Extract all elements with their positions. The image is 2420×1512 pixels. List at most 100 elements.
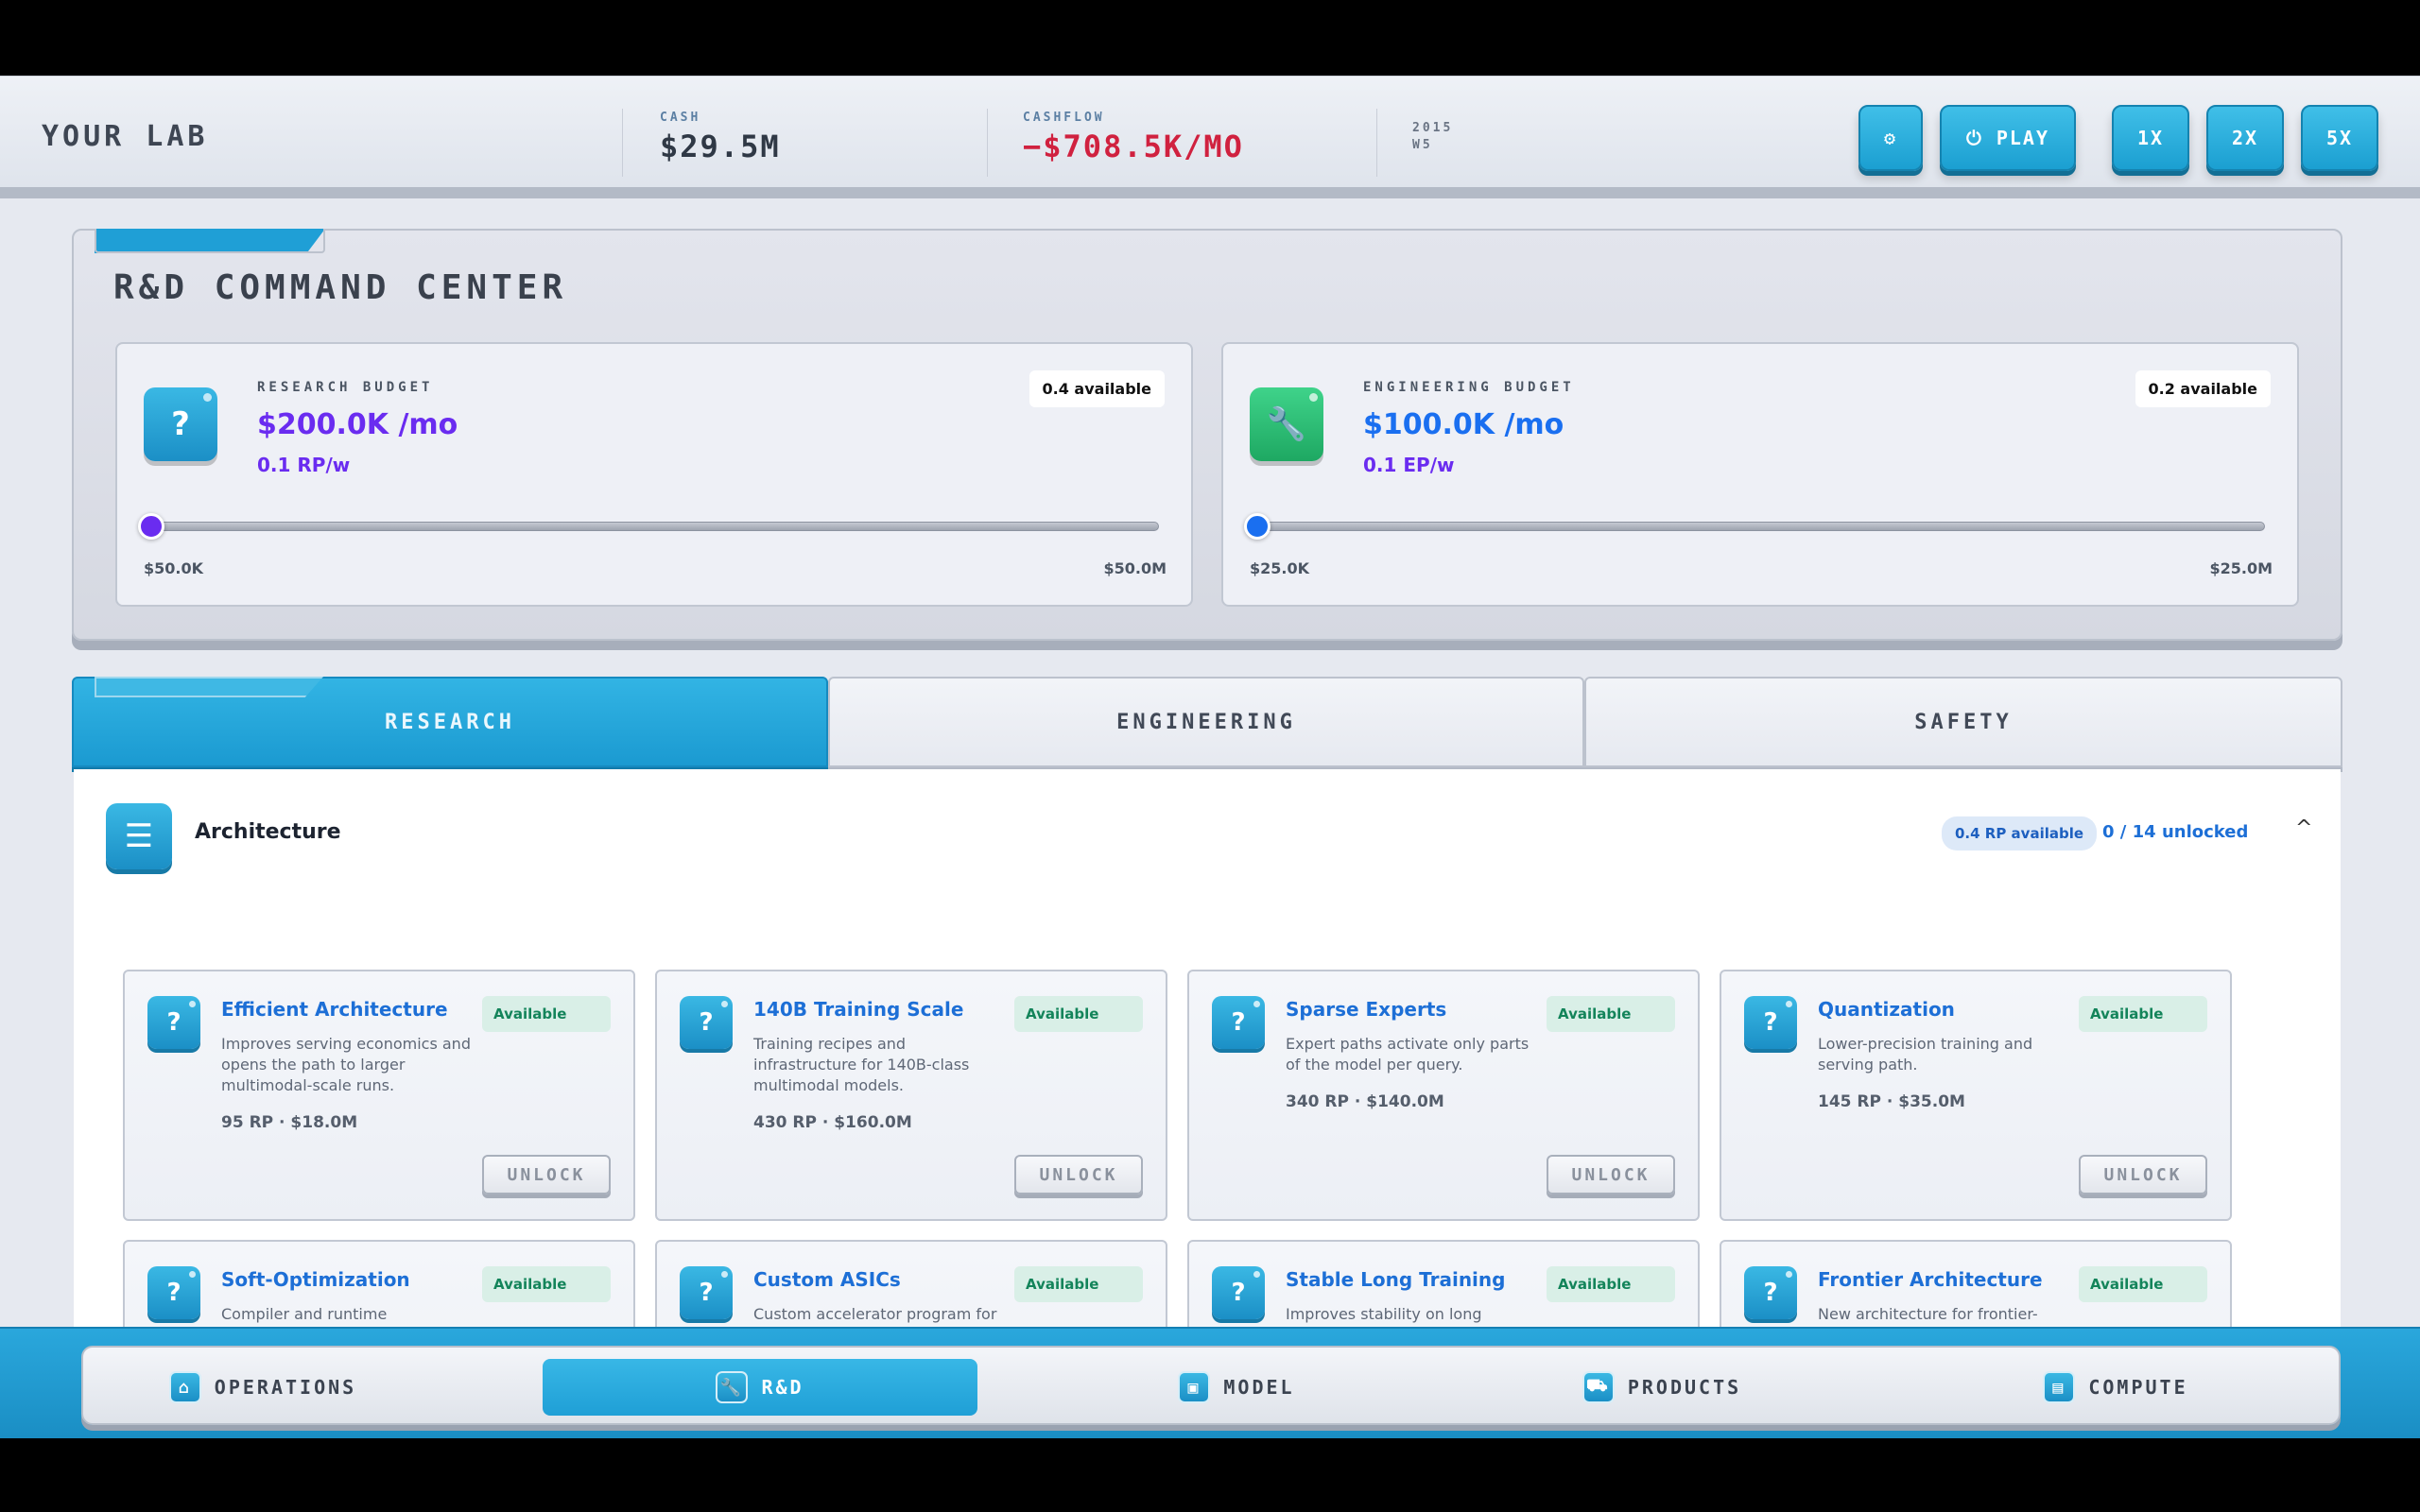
tab-accent [95,677,323,697]
server-icon: ▤ [2043,1371,2076,1403]
divider [622,109,623,177]
rd-command-center: R&D COMMAND CENTER ? RESEARCH BUDGET $20… [72,229,2342,641]
unlock-button[interactable]: UNLOCK [1547,1155,1675,1194]
research-slider-track[interactable] [147,522,1159,531]
research-budget-amount: $200.0K /mo [257,408,458,441]
research-max: $50.0M [1103,559,1167,577]
unlock-button[interactable]: UNLOCK [2079,1155,2207,1194]
tech-card: ? Efficient Architecture Available Improves… [123,970,635,1221]
question-icon: ? [1744,1266,1797,1319]
question-icon: ? [680,1266,733,1319]
week-value: W5 [1412,138,1433,152]
tech-title: Custom ASICs [753,1268,901,1291]
tech-cost: 340 RP · $140.0M [1286,1092,1444,1111]
nav-model[interactable]: ▣ MODEL [1095,1359,1378,1416]
unlock-button[interactable]: UNLOCK [1014,1155,1143,1194]
status-badge: Available [482,1266,611,1302]
wrench-icon: 🔧 [1250,387,1323,461]
question-icon: ? [680,996,733,1049]
tab-research[interactable]: RESEARCH [72,677,828,767]
tab-engineering[interactable]: ENGINEERING [828,677,1584,767]
speed-2x-button[interactable]: 2X [2206,105,2284,171]
tab-safety[interactable]: SAFETY [1584,677,2342,767]
nav-model-label: MODEL [1223,1376,1295,1399]
nav-products[interactable]: ⛟ PRODUCTS [1520,1359,1804,1416]
tech-description: Expert paths activate only parts of the … [1286,1035,1530,1074]
tech-card: ? Frontier Architecture Available New archi… [1720,1240,2232,1336]
engineering-slider-track[interactable] [1253,522,2265,531]
wrench-icon: 🔧 [716,1371,749,1403]
tab-engineering-label: ENGINEERING [1116,710,1296,734]
status-badge: Available [2079,996,2207,1032]
status-badge: Available [1014,1266,1143,1302]
cashflow-value: −$708.5K/MO [1023,129,1244,164]
tech-cost: 430 RP · $160.0M [753,1113,912,1132]
research-slider-handle[interactable] [138,513,164,540]
divider [1376,109,1377,177]
status-badge: Available [2079,1266,2207,1302]
play-button[interactable]: ⏻ PLAY [1940,105,2076,171]
tech-card: ? Sparse Experts Available Expert paths act… [1187,970,1700,1221]
divider [987,109,988,177]
list-icon: ☰ [106,803,172,869]
tech-description: Lower-precision training and serving pat… [1818,1035,2033,1074]
tech-card: ? Soft-Optimization Available Compiler and … [123,1240,635,1336]
robot-icon: ▣ [1178,1371,1211,1403]
speed-5x-button[interactable]: 5X [2301,105,2378,171]
rp-available-badge: 0.4 RP available [1942,816,2098,850]
status-badge: Available [1547,1266,1675,1302]
tech-cost: 95 RP · $18.0M [221,1113,358,1132]
engineering-slider-handle[interactable] [1244,513,1270,540]
research-min: $50.0K [144,559,204,577]
engineering-budget-panel: 🔧 ENGINEERING BUDGET $100.0K /mo 0.1 EP/… [1221,342,2299,607]
date-display: 2015 W5 [1412,120,1453,154]
tab-research-label: RESEARCH [385,710,515,734]
status-badge: Available [1014,996,1143,1032]
engineering-budget-label: ENGINEERING BUDGET [1363,380,1575,395]
lab-name: YOUR LAB [42,120,209,153]
nav-compute[interactable]: ▤ COMPUTE [1974,1359,2257,1416]
research-content: ☰ Architecture 0.4 RP available 0 / 14 u… [74,769,2341,1336]
settings-button[interactable]: ⚙ [1858,105,1923,171]
tech-card: ? Quantization Available Lower-precision tr… [1720,970,2232,1221]
tech-title: Quantization [1818,998,1955,1021]
nav-operations[interactable]: ⌂ OPERATIONS [121,1359,405,1416]
collapse-icon[interactable]: ^ [2295,816,2312,840]
nav-products-label: PRODUCTS [1627,1376,1742,1399]
tech-title: Stable Long Training [1286,1268,1506,1291]
cash-label: CASH [660,111,701,125]
research-budget-label: RESEARCH BUDGET [257,380,434,395]
tech-title: Soft-Optimization [221,1268,410,1291]
nav-rd[interactable]: 🔧 R&D [543,1359,977,1416]
research-budget-panel: ? RESEARCH BUDGET $200.0K /mo 0.1 RP/w 0… [115,342,1193,607]
tech-card: ? 140B Training Scale Available Training re… [655,970,1167,1221]
speed-1x-button[interactable]: 1X [2112,105,2189,171]
top-bar: YOUR LAB CASH $29.5M CASHFLOW −$708.5K/M… [0,76,2420,198]
tech-title: 140B Training Scale [753,998,964,1021]
status-badge: Available [1547,996,1675,1032]
question-icon: ? [1212,996,1265,1049]
panel-tab-outline [95,229,325,253]
section-title: Architecture [195,820,341,844]
engineering-max: $25.0M [2209,559,2273,577]
engineering-available: 0.2 available [2135,370,2271,407]
question-icon: ? [1744,996,1797,1049]
tech-description: Training recipes and infrastructure for … [753,1035,970,1094]
tab-safety-label: SAFETY [1914,710,2013,734]
rd-tabs: RESEARCH ENGINEERING SAFETY [72,677,2342,767]
home-icon: ⌂ [168,1371,201,1403]
game-screen: YOUR LAB CASH $29.5M CASHFLOW −$708.5K/M… [0,76,2420,1438]
nav-operations-label: OPERATIONS [214,1376,357,1399]
research-rate: 0.1 RP/w [257,454,351,476]
cash-stat: CASH $29.5M [660,111,781,164]
engineering-min: $25.0K [1250,559,1310,577]
tech-card: ? Custom ASICs Available Custom accelerator… [655,1240,1167,1336]
tech-cost: 145 RP · $35.0M [1818,1092,1965,1111]
tech-title: Frontier Architecture [1818,1268,2043,1291]
unlock-button[interactable]: UNLOCK [482,1155,611,1194]
nav-compute-label: COMPUTE [2088,1376,2188,1399]
question-icon: ? [147,1266,200,1319]
question-icon: ? [144,387,217,461]
tech-title: Efficient Architecture [221,998,448,1021]
question-icon: ? [1212,1266,1265,1319]
